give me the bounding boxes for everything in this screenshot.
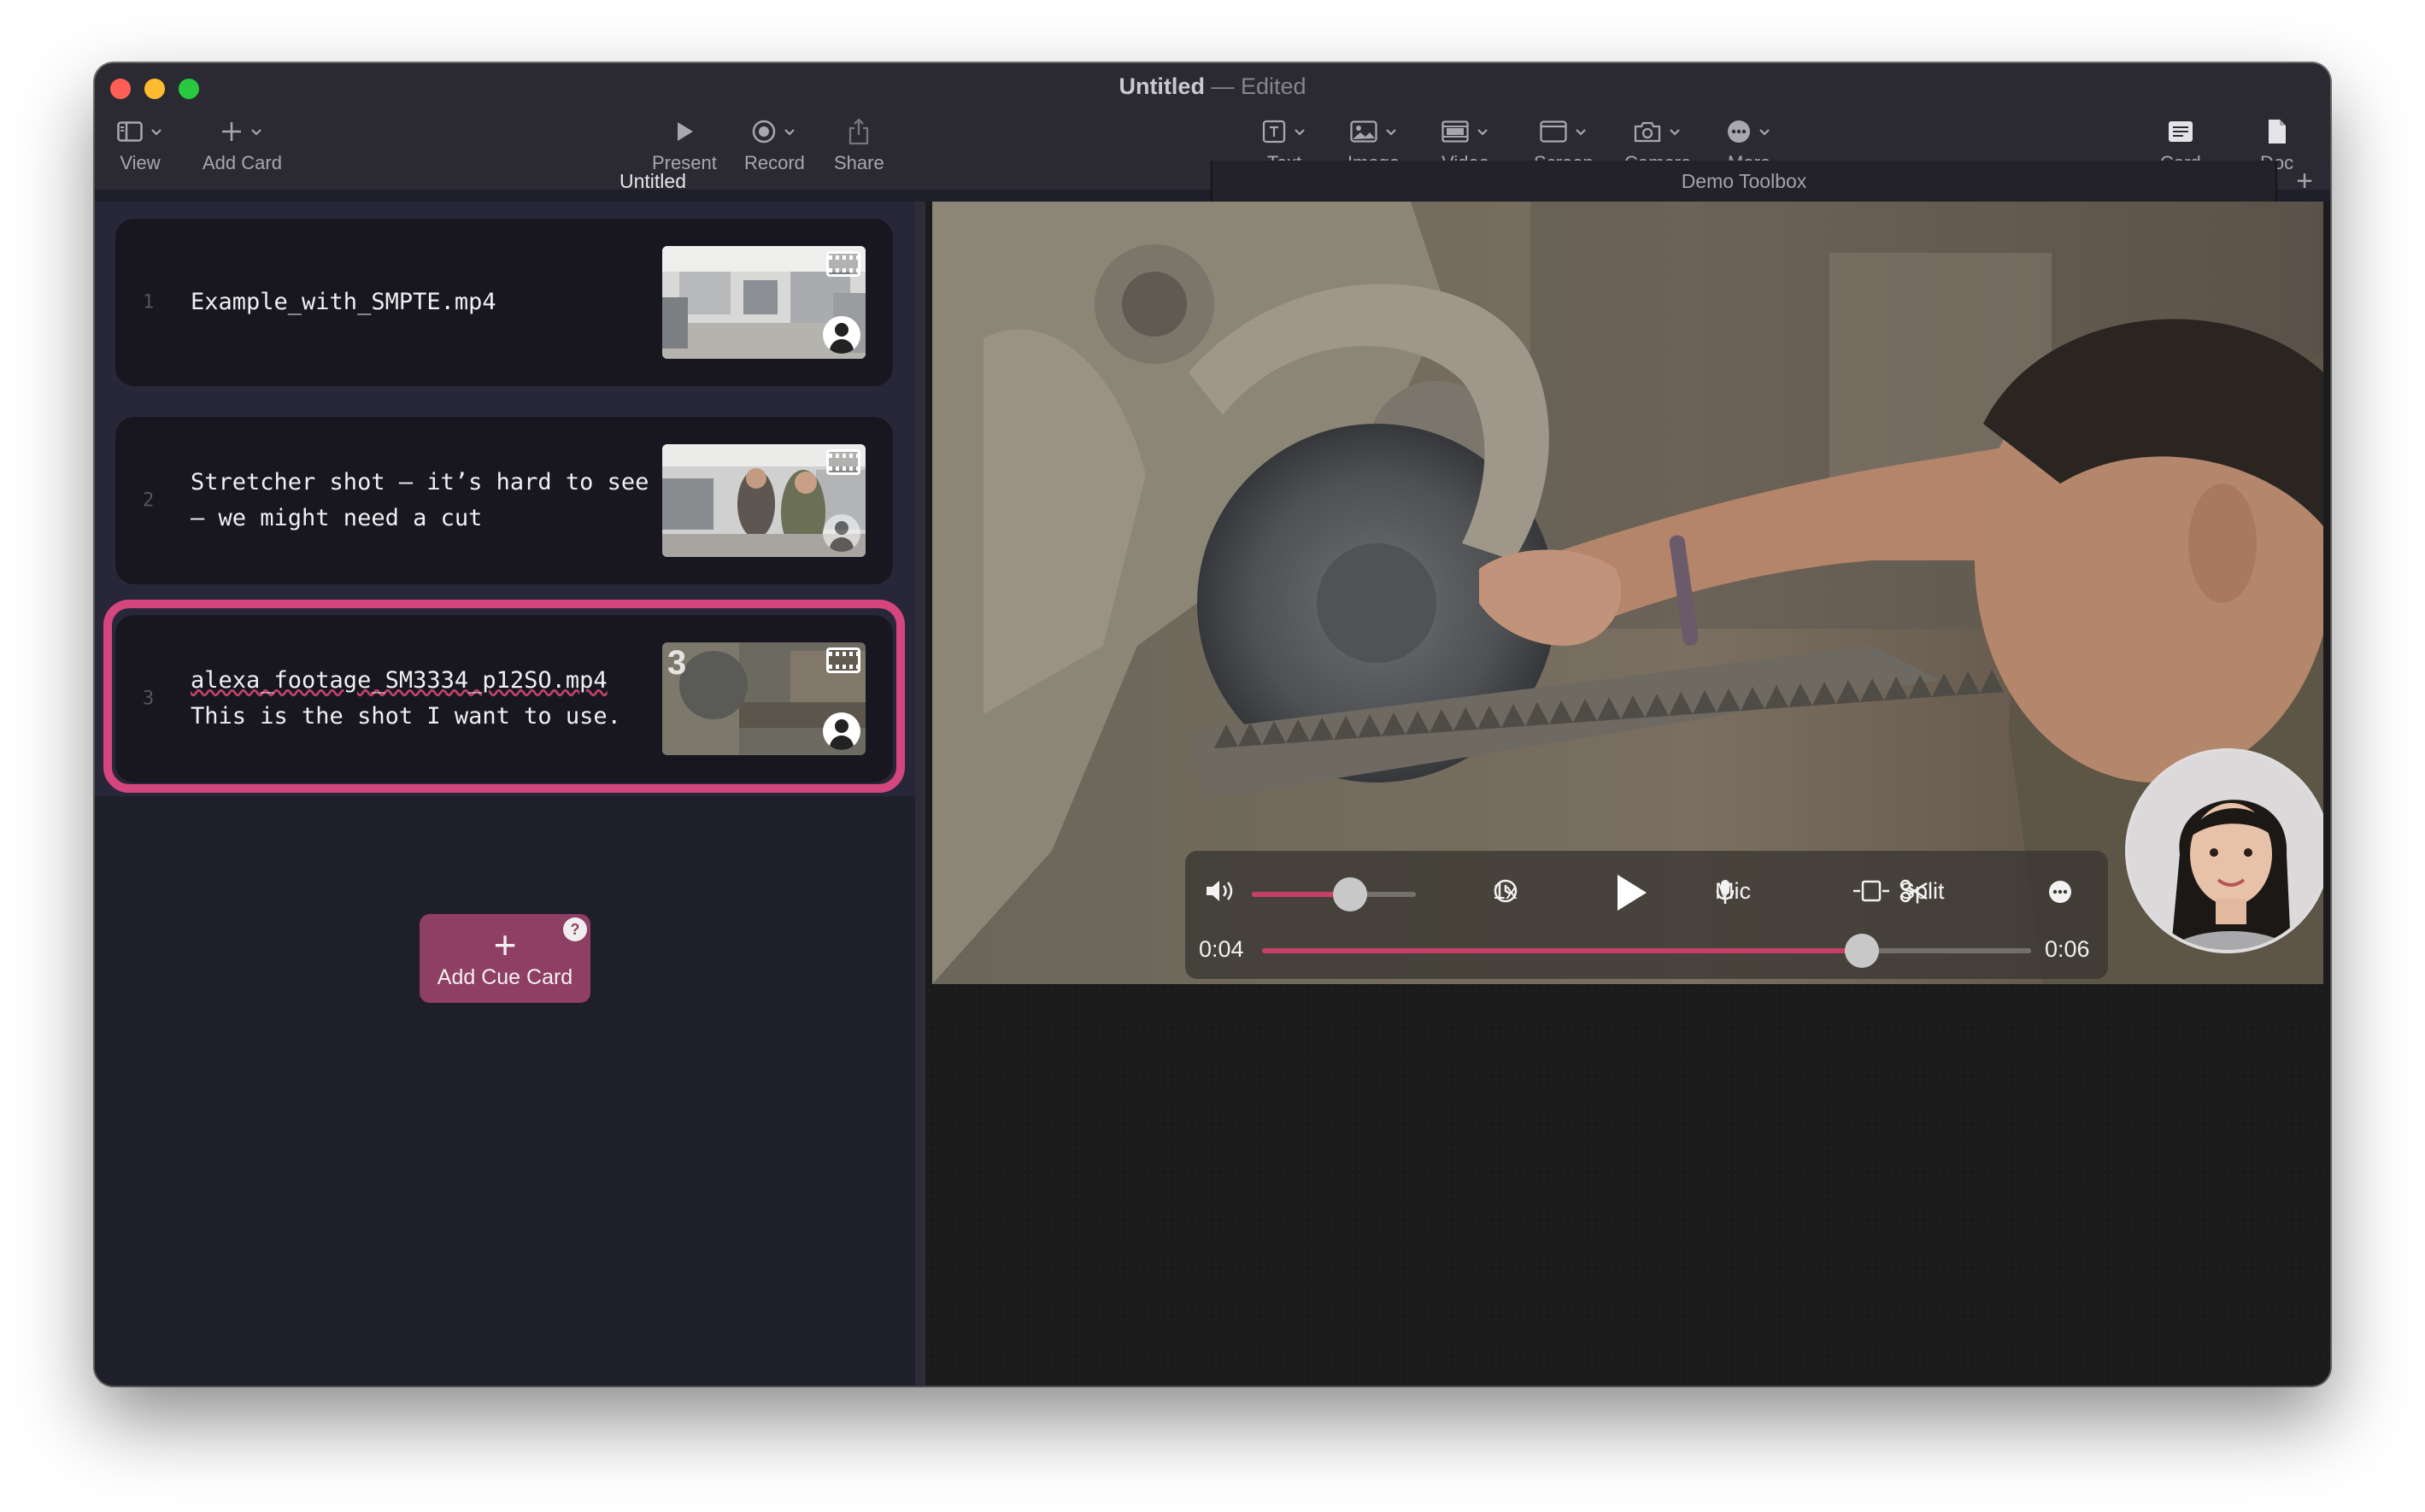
add-cue-card-label: Add Cue Card bbox=[437, 964, 573, 989]
card-text[interactable]: Example_with_SMPTE.mp4 bbox=[191, 284, 652, 320]
edited-status: Edited bbox=[1240, 73, 1306, 99]
film-icon bbox=[1441, 120, 1469, 143]
video-preview[interactable]: 1x Mic Split 0:04 0:06 bbox=[932, 202, 2323, 984]
timeline-progress bbox=[1262, 948, 1862, 953]
tab-untitled[interactable]: Untitled bbox=[95, 161, 1211, 202]
chevron-down-icon bbox=[1576, 129, 1586, 136]
add-cue-card-button[interactable]: + Add Cue Card ? bbox=[420, 914, 590, 1003]
play-icon bbox=[677, 122, 693, 141]
speaker-icon bbox=[1207, 881, 1233, 901]
scissors-icon bbox=[1899, 879, 1928, 903]
presenter-icon[interactable] bbox=[823, 514, 860, 552]
current-time: 0:04 bbox=[1199, 936, 1244, 962]
presenter-icon[interactable] bbox=[823, 316, 860, 354]
play-icon bbox=[1618, 875, 1647, 911]
speed-icon bbox=[1494, 879, 1518, 903]
card-line: Example_with_SMPTE.mp4 bbox=[191, 289, 496, 315]
card-line: – we might need a cut bbox=[191, 505, 483, 531]
ellipsis-icon bbox=[2049, 881, 2071, 903]
mic-button[interactable]: Mic bbox=[1715, 878, 1751, 905]
trim-icon bbox=[1853, 880, 1889, 902]
chevron-down-icon bbox=[784, 129, 796, 136]
card-thumbnail bbox=[662, 246, 866, 359]
camera-icon bbox=[1634, 121, 1661, 143]
selection-highlight bbox=[103, 600, 905, 793]
chevron-down-icon bbox=[1477, 129, 1488, 136]
tab-demo-toolbox[interactable]: Demo Toolbox bbox=[1211, 161, 2277, 202]
film-icon bbox=[826, 449, 860, 475]
sidebar-icon bbox=[117, 121, 143, 142]
ellipsis-icon bbox=[1728, 120, 1750, 143]
share-icon bbox=[849, 118, 869, 145]
volume-knob[interactable] bbox=[1333, 877, 1368, 911]
add-tab-button[interactable]: + bbox=[2279, 161, 2330, 202]
card-line: Stretcher shot – it’s hard to see bbox=[191, 469, 649, 495]
camera-preview[interactable] bbox=[2125, 748, 2323, 953]
film-icon bbox=[826, 251, 860, 277]
record-icon bbox=[753, 120, 776, 144]
app-window: Untitled — Edited View Add Card Present … bbox=[95, 63, 2330, 1386]
image-icon bbox=[1349, 120, 1377, 143]
presenter-video-image bbox=[2128, 752, 2323, 950]
card-icon bbox=[2168, 121, 2193, 142]
chevron-down-icon bbox=[251, 129, 262, 136]
chevron-down-icon bbox=[1295, 129, 1305, 136]
chevron-down-icon bbox=[151, 129, 161, 136]
card-number: 1 bbox=[143, 291, 155, 314]
help-icon[interactable]: ? bbox=[563, 917, 587, 941]
card-text[interactable]: Stretcher shot – it’s hard to see – we m… bbox=[191, 465, 652, 536]
document-title: Untitled bbox=[1119, 73, 1205, 99]
toolbar: Untitled — Edited View Add Card Present … bbox=[95, 63, 2330, 202]
playhead-knob[interactable] bbox=[1845, 934, 1879, 968]
preview-stage: 1x Mic Split 0:04 0:06 bbox=[925, 202, 2330, 1386]
player-controls: 1x Mic Split 0:04 0:06 bbox=[1185, 851, 2108, 979]
card-number: 2 bbox=[143, 489, 155, 512]
microphone-icon bbox=[1716, 880, 1735, 904]
plus-icon: + bbox=[493, 922, 517, 967]
cue-card-2[interactable]: 2 Stretcher shot – it’s hard to see – we… bbox=[115, 417, 893, 584]
cue-card-sidebar: 1 Example_with_SMPTE.mp4 2 Stretcher sho… bbox=[95, 202, 915, 1386]
text-box-icon bbox=[1262, 120, 1286, 144]
volume-slider[interactable] bbox=[1252, 877, 1416, 911]
card-thumbnail bbox=[662, 444, 866, 557]
split-view-divider[interactable] bbox=[915, 202, 925, 1386]
title-separator: — bbox=[1211, 73, 1235, 99]
cue-card-1[interactable]: 1 Example_with_SMPTE.mp4 bbox=[115, 219, 893, 386]
chevron-down-icon bbox=[1385, 129, 1396, 136]
screen-icon bbox=[1540, 120, 1567, 143]
split-button[interactable]: Split bbox=[1899, 878, 1945, 905]
window-title: Untitled — Edited bbox=[95, 73, 2330, 100]
chevron-down-icon bbox=[1670, 129, 1680, 136]
document-icon bbox=[2268, 120, 2286, 144]
chevron-down-icon bbox=[1759, 129, 1770, 136]
plus-icon bbox=[222, 122, 242, 141]
speed-button[interactable]: 1x bbox=[1493, 878, 1518, 905]
timeline-scrubber[interactable] bbox=[1262, 934, 2031, 968]
duration: 0:06 bbox=[2045, 936, 2090, 962]
